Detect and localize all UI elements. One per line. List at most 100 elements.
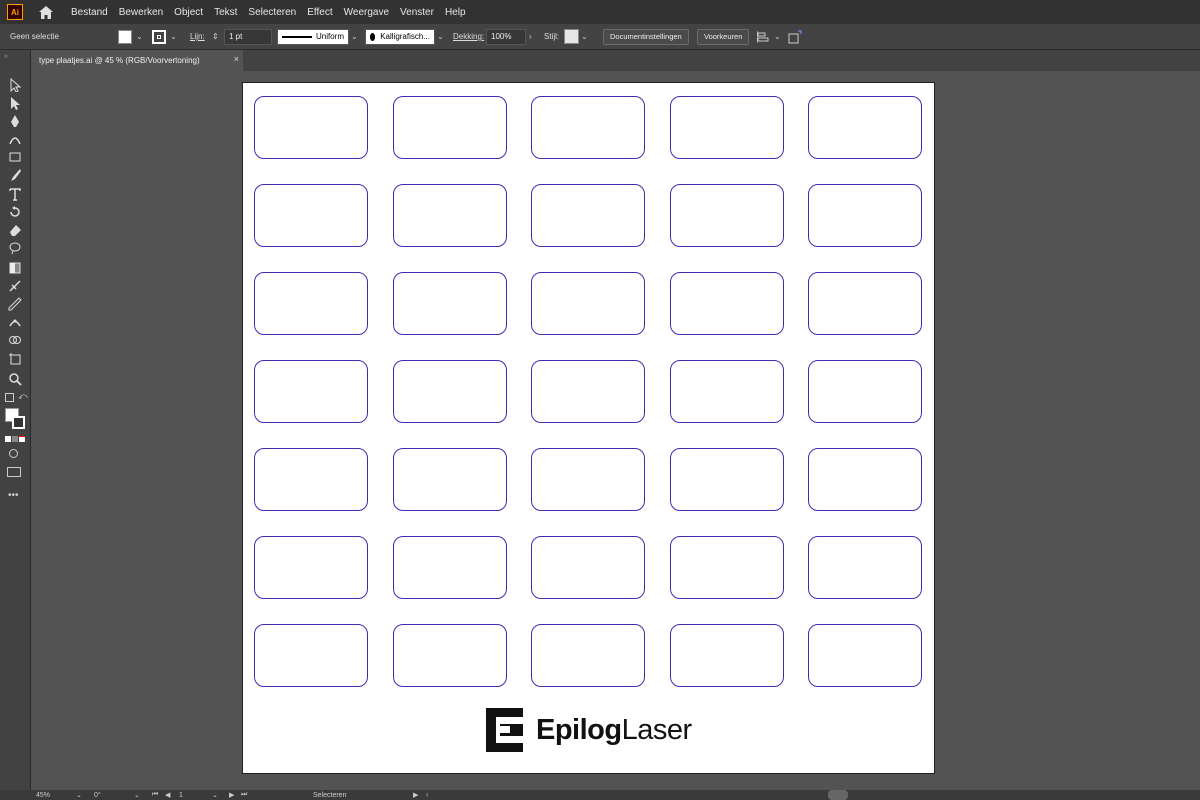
default-colors-icon[interactable] <box>5 393 14 402</box>
menu-venster[interactable]: Venster <box>400 7 434 18</box>
rotation-field[interactable]: 0° <box>94 790 101 800</box>
puppet-warp-tool-icon[interactable] <box>6 314 24 330</box>
preferences-button[interactable]: Voorkeuren <box>697 28 750 45</box>
gradient-tool-icon[interactable] <box>6 260 24 276</box>
menu-tekst[interactable]: Tekst <box>214 7 237 18</box>
fill-dropdown-icon[interactable]: ⌄ <box>136 28 143 45</box>
plate-rectangle[interactable] <box>254 184 368 247</box>
plate-rectangle[interactable] <box>531 448 645 511</box>
plate-rectangle[interactable] <box>392 624 507 687</box>
mesh-tool-icon[interactable] <box>6 278 24 294</box>
document-tab[interactable]: type plaatjes.ai @ 45 % (RGB/Voorvertoni… <box>33 50 243 71</box>
stroke-color-icon[interactable] <box>12 416 25 429</box>
more-tools-icon[interactable]: ••• <box>8 490 19 501</box>
plate-rectangle[interactable] <box>254 536 368 599</box>
artboard-number-field[interactable]: 1 <box>179 790 183 800</box>
menu-bestand[interactable]: Bestand <box>71 7 108 18</box>
plate-rectangle[interactable] <box>531 96 645 159</box>
close-icon[interactable]: × <box>234 54 239 64</box>
curvature-tool-icon[interactable] <box>6 131 24 147</box>
plate-rectangle[interactable] <box>669 624 784 687</box>
gradient-mode-icon[interactable] <box>12 436 18 442</box>
opacity-expand-icon[interactable]: › <box>529 28 532 45</box>
selection-tool-icon[interactable] <box>6 77 24 93</box>
style-swatch[interactable] <box>564 28 579 45</box>
opacity-label[interactable]: Dekking: <box>453 28 484 45</box>
plate-rectangle[interactable] <box>392 536 507 599</box>
plate-rectangle[interactable] <box>531 536 645 599</box>
plate-rectangle[interactable] <box>669 360 784 423</box>
plate-rectangle[interactable] <box>808 624 922 687</box>
plate-rectangle[interactable] <box>254 96 368 159</box>
type-tool-icon[interactable] <box>6 186 24 202</box>
stroke-label[interactable]: Lijn: <box>190 28 205 45</box>
menu-effect[interactable]: Effect <box>307 7 332 18</box>
plate-rectangle[interactable] <box>392 184 507 247</box>
screen-mode-icon[interactable] <box>7 467 21 477</box>
lasso-tool-icon[interactable] <box>6 240 24 256</box>
first-artboard-icon[interactable]: ⏮ <box>152 790 158 800</box>
artboard[interactable]: Epilog Laser <box>242 82 935 774</box>
plate-rectangle[interactable] <box>808 360 922 423</box>
stroke-stepper-icon[interactable]: ⇕ <box>212 28 219 45</box>
zoom-tool-icon[interactable] <box>6 371 24 387</box>
menu-weergave[interactable]: Weergave <box>344 7 389 18</box>
plate-rectangle[interactable] <box>808 448 922 511</box>
plate-rectangle[interactable] <box>531 360 645 423</box>
eyedropper-tool-icon[interactable] <box>6 296 24 312</box>
previous-artboard-icon[interactable]: ◀ <box>165 790 170 800</box>
stroke-profile-dropdown-icon[interactable]: ⌄ <box>351 28 358 45</box>
horizontal-scrollbar-thumb[interactable] <box>828 790 848 800</box>
plate-rectangle[interactable] <box>531 184 645 247</box>
plate-rectangle[interactable] <box>808 536 922 599</box>
plate-rectangle[interactable] <box>392 448 507 511</box>
document-settings-button[interactable]: Documentinstellingen <box>603 28 689 45</box>
brush-select[interactable]: Kalligrafisch... <box>365 28 435 45</box>
opacity-field[interactable]: 100% <box>486 28 526 45</box>
plate-rectangle[interactable] <box>669 536 784 599</box>
scroll-left-icon[interactable]: ‹ <box>426 790 428 800</box>
stroke-dropdown-icon[interactable]: ⌄ <box>170 28 177 45</box>
plate-rectangle[interactable] <box>808 96 922 159</box>
align-icon[interactable] <box>757 28 771 45</box>
plate-rectangle[interactable] <box>392 96 507 159</box>
plate-rectangle[interactable] <box>669 272 784 335</box>
plate-rectangle[interactable] <box>531 272 645 335</box>
artboard-dropdown-icon[interactable]: ⌄ <box>212 790 218 800</box>
plate-rectangle[interactable] <box>392 360 507 423</box>
plate-rectangle[interactable] <box>254 360 368 423</box>
pen-tool-icon[interactable] <box>6 113 24 129</box>
rectangle-tool-icon[interactable] <box>6 149 24 165</box>
align-dropdown-icon[interactable]: ⌄ <box>774 28 781 45</box>
color-mode-icon[interactable] <box>5 436 11 442</box>
stroke-weight-field[interactable]: 1 pt <box>224 28 272 45</box>
plate-rectangle[interactable] <box>808 184 922 247</box>
menu-bewerken[interactable]: Bewerken <box>119 7 163 18</box>
direct-selection-tool-icon[interactable] <box>6 95 24 111</box>
rotation-dropdown-icon[interactable]: ⌄ <box>134 790 140 800</box>
eraser-tool-icon[interactable] <box>6 222 24 238</box>
home-icon[interactable] <box>37 3 55 21</box>
zoom-field[interactable]: 45% <box>36 790 50 800</box>
plate-rectangle[interactable] <box>669 184 784 247</box>
none-mode-icon[interactable] <box>19 436 25 442</box>
fill-swatch[interactable] <box>118 28 132 45</box>
paintbrush-tool-icon[interactable] <box>6 167 24 183</box>
plate-rectangle[interactable] <box>254 448 368 511</box>
stroke-profile-select[interactable]: Uniform <box>277 28 349 45</box>
plate-rectangle[interactable] <box>392 272 507 335</box>
plate-rectangle[interactable] <box>254 624 368 687</box>
plate-rectangle[interactable] <box>531 624 645 687</box>
panel-collapse-icon[interactable]: » <box>4 53 8 60</box>
menu-selecteren[interactable]: Selecteren <box>248 7 296 18</box>
artboard-tool-icon[interactable] <box>6 351 24 367</box>
next-artboard-icon[interactable]: ▶ <box>229 790 234 800</box>
plate-rectangle[interactable] <box>669 448 784 511</box>
menu-object[interactable]: Object <box>174 7 203 18</box>
stroke-swatch[interactable] <box>152 28 166 45</box>
status-menu-icon[interactable]: ▶ <box>413 790 418 800</box>
swap-colors-icon[interactable]: ⤺ <box>18 391 28 402</box>
arrange-documents-icon[interactable] <box>788 28 802 45</box>
brush-dropdown-icon[interactable]: ⌄ <box>437 28 444 45</box>
plate-rectangle[interactable] <box>669 96 784 159</box>
